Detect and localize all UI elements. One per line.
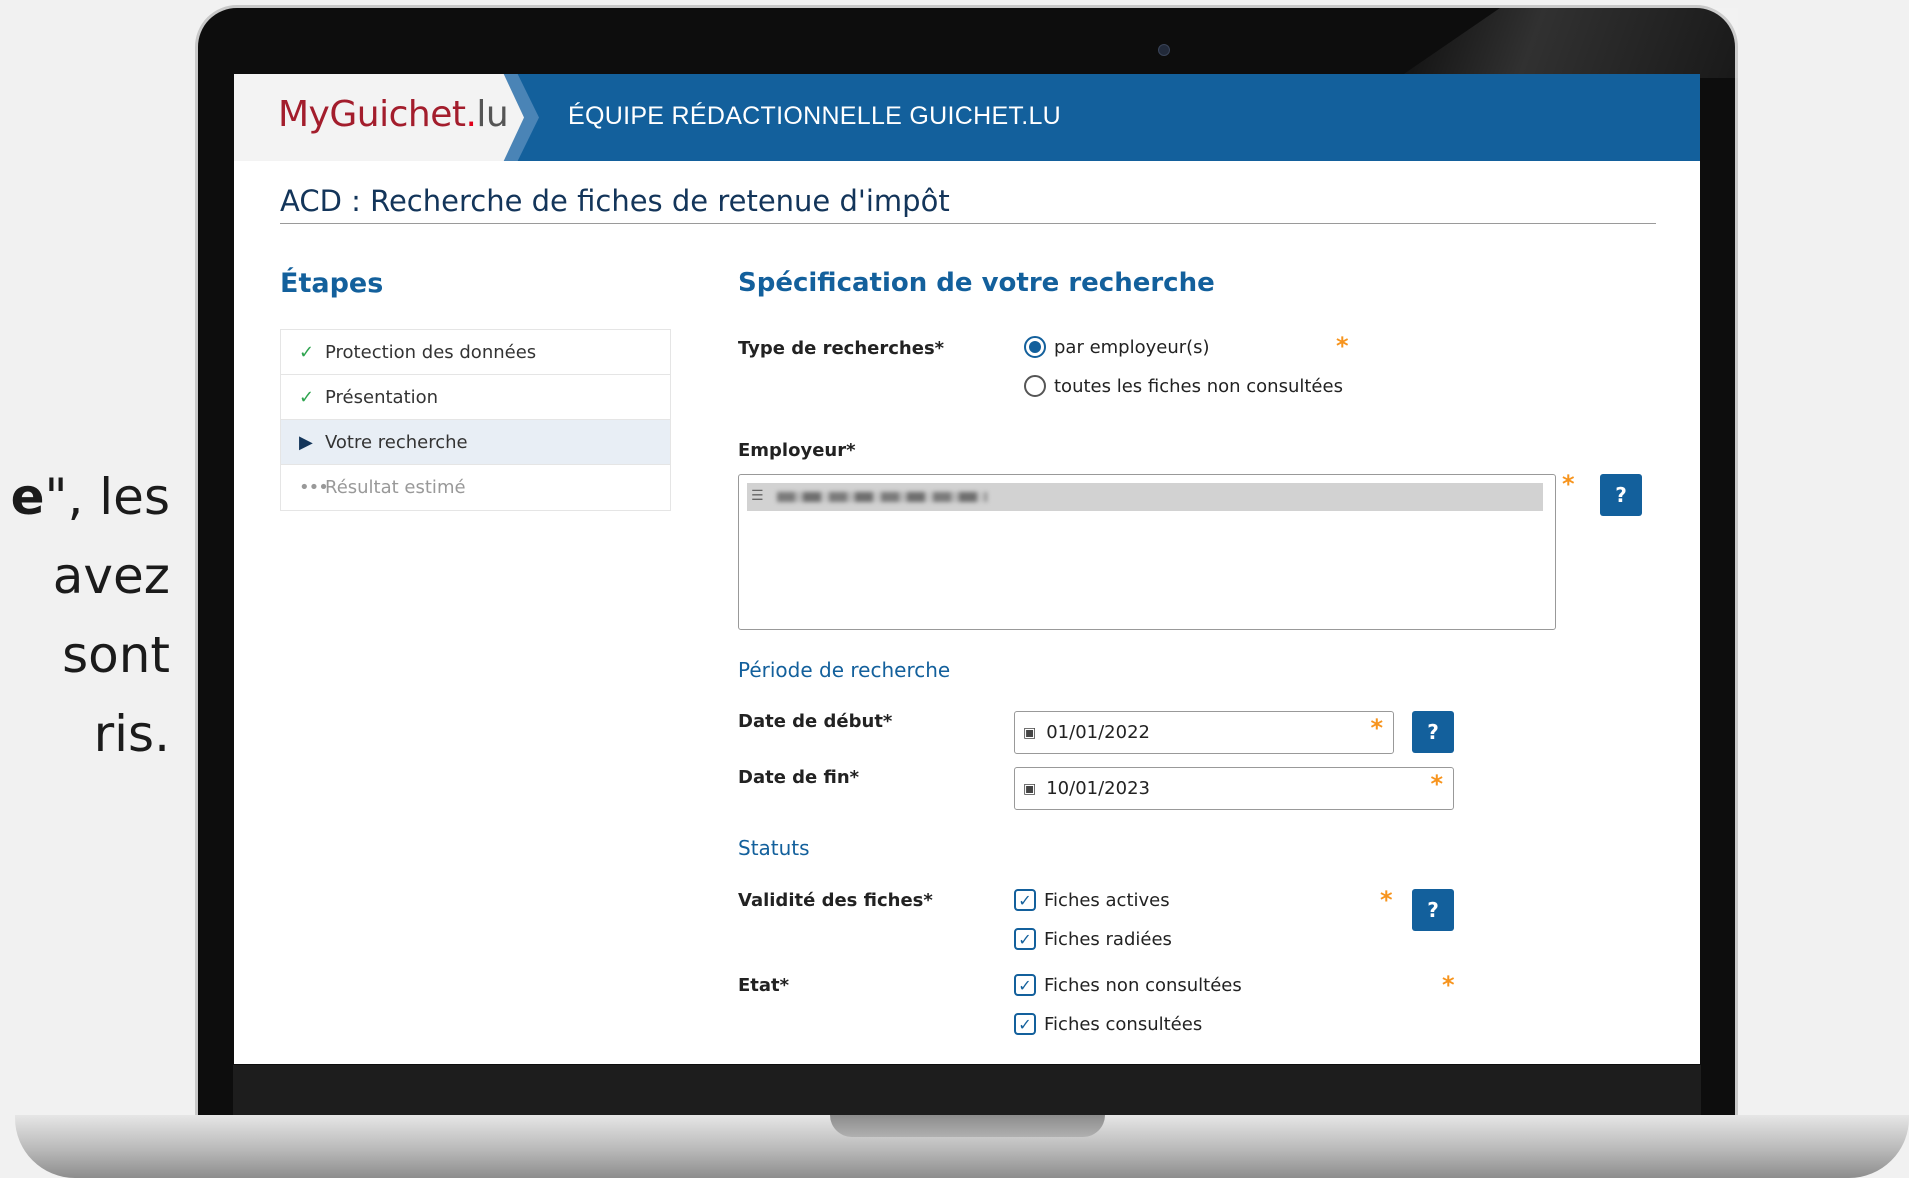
- type-label: Type de recherches*: [738, 338, 945, 359]
- myguichet-logo[interactable]: MyGuichet.lu: [278, 94, 509, 135]
- app-screen: MyGuichet.lu ÉQUIPE RÉDACTIONNELLE GUICH…: [234, 74, 1700, 1064]
- calendar-icon[interactable]: ▣: [1023, 781, 1036, 797]
- checkbox-fiches-radiees[interactable]: ✓ Fiches radiées: [1014, 928, 1172, 950]
- form-section-title: Spécification de votre recherche: [738, 268, 1215, 298]
- end-date-label: Date de fin*: [738, 767, 860, 788]
- step-votre-recherche[interactable]: ▶ Votre recherche: [281, 420, 670, 465]
- redacted-text: [777, 492, 987, 502]
- required-star: *: [1442, 971, 1455, 999]
- camera-icon: [1158, 44, 1170, 56]
- radio-selected-icon[interactable]: [1024, 336, 1046, 358]
- header-title[interactable]: ÉQUIPE RÉDACTIONNELLE GUICHET.LU: [568, 102, 1061, 131]
- side-caption-line2: avez: [52, 547, 170, 605]
- checkbox-checked-icon[interactable]: ✓: [1014, 974, 1036, 996]
- checkbox-checked-icon[interactable]: ✓: [1014, 928, 1036, 950]
- state-label: Etat*: [738, 975, 790, 996]
- checkbox-checked-icon[interactable]: ✓: [1014, 1013, 1036, 1035]
- steps-list: ✓ Protection des données ✓ Présentation …: [280, 329, 671, 511]
- side-caption: e", les avez sont ris.: [0, 458, 170, 774]
- dots-icon: •••: [299, 477, 329, 498]
- start-date-input[interactable]: ▣ 01/01/2022 *: [1014, 711, 1394, 754]
- step-label: Votre recherche: [325, 431, 468, 453]
- lid-reflection: [1398, 8, 1738, 78]
- page-title: ACD : Recherche de fiches de retenue d'i…: [280, 184, 950, 218]
- employer-list[interactable]: ☰: [738, 474, 1556, 630]
- required-star: *: [1336, 332, 1349, 360]
- period-title: Période de recherche: [738, 658, 951, 682]
- required-star: *: [1370, 714, 1383, 742]
- start-date-label: Date de début*: [738, 711, 893, 732]
- employer-label: Employeur*: [738, 440, 856, 461]
- step-resultat: ••• Résultat estimé: [281, 465, 670, 510]
- laptop-notch: [830, 1115, 1105, 1137]
- radio-empty-icon[interactable]: [1024, 375, 1046, 397]
- employer-item-redacted[interactable]: ☰: [747, 483, 1543, 511]
- validity-label: Validité des fiches*: [738, 890, 933, 911]
- logo-area[interactable]: MyGuichet.lu: [234, 74, 524, 161]
- title-divider: [280, 223, 1656, 224]
- date-help-button[interactable]: ?: [1412, 711, 1454, 753]
- checkbox-non-consultees[interactable]: ✓ Fiches non consultées: [1014, 974, 1242, 996]
- required-star: *: [1562, 470, 1575, 498]
- check-icon: ✓: [299, 341, 315, 363]
- checkbox-checked-icon[interactable]: ✓: [1014, 889, 1036, 911]
- side-caption-bold: e: [10, 468, 45, 526]
- employer-help-button[interactable]: ?: [1600, 474, 1642, 516]
- side-caption-line1: ", les: [44, 468, 171, 526]
- end-date-input[interactable]: ▣ 10/01/2023 *: [1014, 767, 1454, 810]
- step-protection[interactable]: ✓ Protection des données: [281, 330, 670, 375]
- required-star: *: [1380, 886, 1393, 914]
- side-caption-line3: sont: [62, 626, 170, 684]
- check-icon: ✓: [299, 386, 315, 408]
- step-presentation[interactable]: ✓ Présentation: [281, 375, 670, 420]
- arrow-right-icon: ▶: [299, 431, 313, 453]
- checkbox-fiches-actives[interactable]: ✓ Fiches actives: [1014, 889, 1170, 911]
- radio-par-employeur[interactable]: par employeur(s): [1024, 336, 1210, 358]
- required-star: *: [1430, 770, 1443, 798]
- app-header: MyGuichet.lu ÉQUIPE RÉDACTIONNELLE GUICH…: [234, 74, 1700, 161]
- step-label: Résultat estimé: [325, 477, 466, 498]
- side-caption-line4: ris.: [93, 705, 170, 763]
- step-label: Protection des données: [325, 341, 537, 363]
- status-help-button[interactable]: ?: [1412, 889, 1454, 931]
- radio-toutes-fiches[interactable]: toutes les fiches non consultées: [1024, 375, 1343, 397]
- status-title: Statuts: [738, 836, 810, 860]
- calendar-icon[interactable]: ▣: [1023, 725, 1036, 741]
- checkbox-consultees[interactable]: ✓ Fiches consultées: [1014, 1013, 1202, 1035]
- document-icon: ☰: [751, 488, 764, 504]
- steps-title: Étapes: [280, 268, 384, 299]
- step-label: Présentation: [325, 386, 439, 408]
- laptop-bezel: [233, 1065, 1701, 1115]
